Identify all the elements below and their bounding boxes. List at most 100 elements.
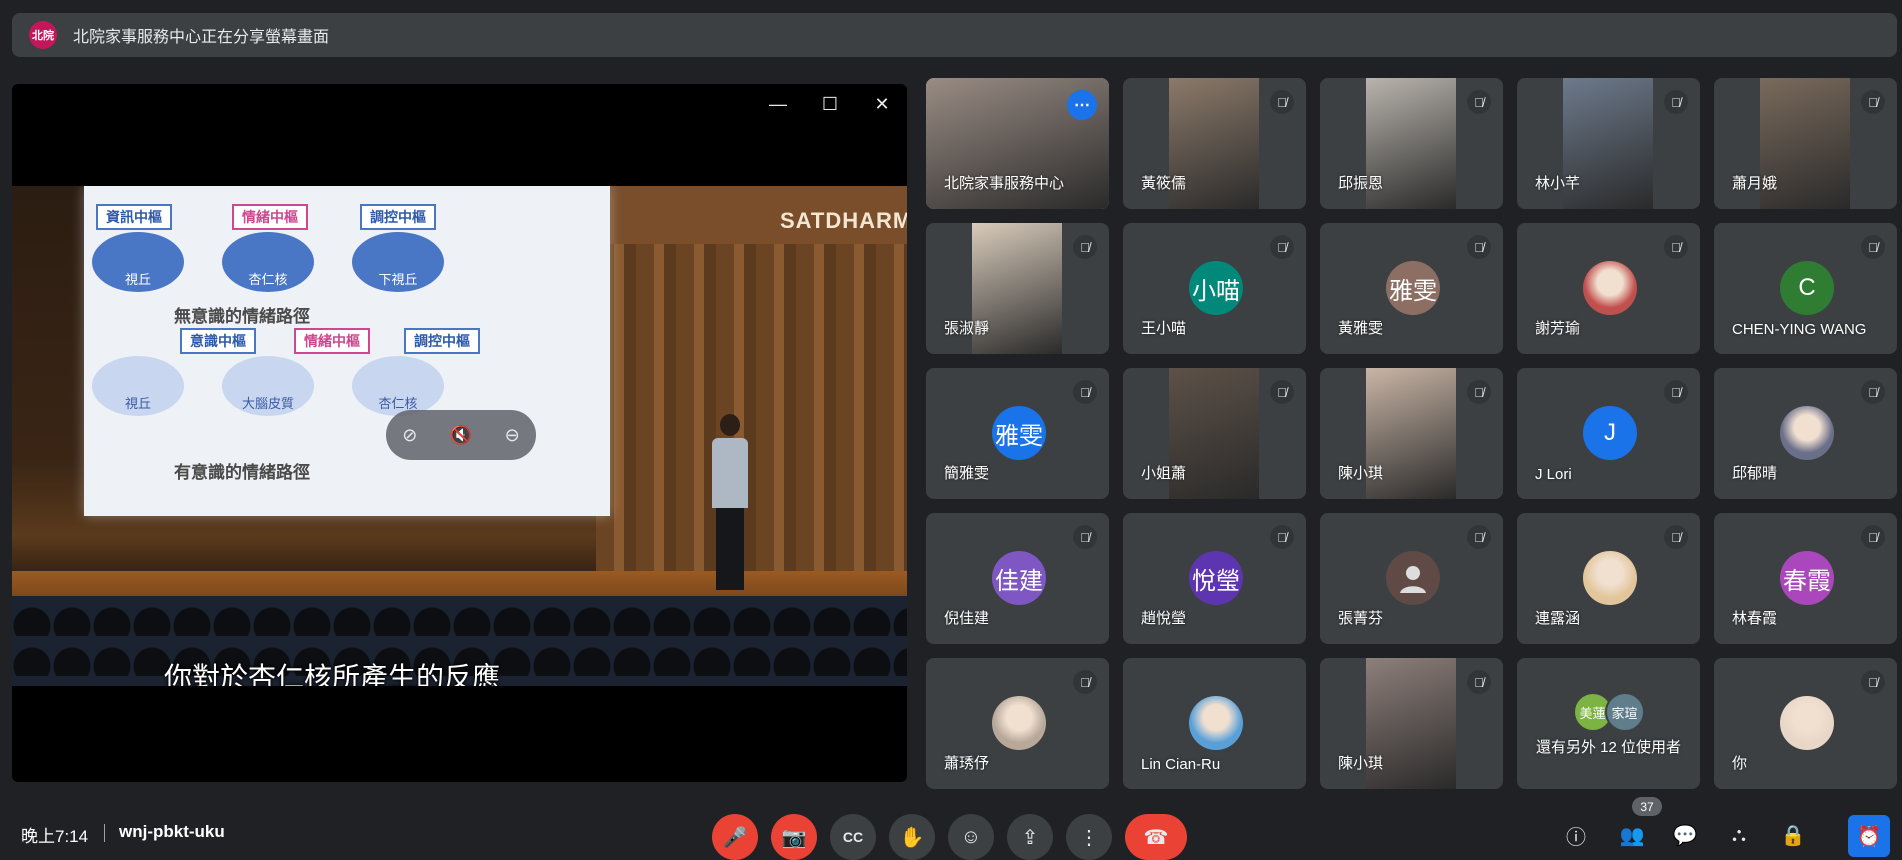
activities-button[interactable]: ⛬ bbox=[1724, 820, 1754, 850]
participant-name: 林春霞 bbox=[1732, 610, 1778, 627]
participant-tile[interactable]: 🎙̸ 林小芊 bbox=[1517, 78, 1700, 209]
participant-name: CHEN-YING WANG bbox=[1732, 321, 1867, 338]
tile-hover-controls: ⊘ 🔇 ⊖ bbox=[386, 410, 536, 460]
slide-node: 視丘 bbox=[92, 356, 184, 416]
presentation-tile[interactable]: — ☐ ✕ SATDHARMA 資訊中樞 情緒中樞 調控中樞 視丘 杏仁核 下視… bbox=[12, 84, 907, 782]
mic-muted-icon: 🎙̸ bbox=[1664, 90, 1688, 114]
host-controls-button[interactable]: 🔒 bbox=[1778, 820, 1808, 850]
meeting-details-button[interactable]: ⓘ bbox=[1561, 820, 1591, 850]
slide-tag: 意識中樞 bbox=[180, 328, 256, 354]
minimize-icon: — bbox=[769, 94, 787, 114]
participant-tile[interactable]: 🎙̸ 陳小琪 bbox=[1320, 658, 1503, 789]
slide-caption: 無意識的情緒路徑 bbox=[174, 307, 310, 326]
participant-tile[interactable]: 🎙̸ 連露涵 bbox=[1517, 513, 1700, 644]
participant-tile[interactable]: 🎙̸ 張淑靜 bbox=[926, 223, 1109, 354]
slide-tag: 調控中樞 bbox=[404, 328, 480, 354]
participant-avatar: C bbox=[1780, 261, 1834, 315]
slide-node: 大腦皮質 bbox=[222, 356, 314, 416]
slide-node: 杏仁核 bbox=[352, 356, 444, 416]
participant-avatar bbox=[1583, 261, 1637, 315]
captions-button[interactable]: CC bbox=[830, 814, 876, 860]
participant-name: 張淑靜 bbox=[944, 320, 990, 337]
info-icon: ⓘ bbox=[1566, 826, 1586, 849]
participant-tile[interactable]: 🎙̸ 謝芳瑜 bbox=[1517, 223, 1700, 354]
reactions-button[interactable]: ☺ bbox=[948, 814, 994, 860]
mic-muted-icon: 🎙̸ bbox=[1073, 525, 1097, 549]
slide-node: 杏仁核 bbox=[222, 232, 314, 292]
mic-muted-icon: 🎙̸ bbox=[1467, 90, 1491, 114]
raise-hand-button[interactable]: ✋ bbox=[889, 814, 935, 860]
divider bbox=[104, 824, 105, 842]
mic-muted-icon: 🎙̸ bbox=[1664, 380, 1688, 404]
remove-icon[interactable]: ⊖ bbox=[505, 425, 520, 446]
participant-name: 黃雅雯 bbox=[1338, 320, 1384, 337]
participant-avatar: 悅瑩 bbox=[1189, 551, 1243, 605]
participant-tile[interactable]: 🎙̸ 邱郁晴 bbox=[1714, 368, 1897, 499]
mute-audio-icon[interactable]: 🔇 bbox=[450, 425, 472, 446]
unpin-icon[interactable]: ⊘ bbox=[402, 425, 417, 446]
participant-tile[interactable]: 悅瑩 🎙̸ 趙悅瑩 bbox=[1123, 513, 1306, 644]
participant-tile[interactable]: C 🎙̸ CHEN-YING WANG bbox=[1714, 223, 1897, 354]
participant-tile[interactable]: ⋯ 北院家事服務中心 bbox=[926, 78, 1109, 209]
participant-avatar bbox=[1583, 551, 1637, 605]
participant-tile[interactable]: 🎙̸ 張菁芬 bbox=[1320, 513, 1503, 644]
people-icon: 👥 bbox=[1619, 824, 1645, 847]
window-controls: — ☐ ✕ bbox=[763, 92, 897, 116]
mic-off-button[interactable]: 🎤 bbox=[712, 814, 758, 860]
presenting-banner: 北院 北院家事服務中心正在分享螢幕畫面 bbox=[12, 13, 1897, 57]
participant-name: 邱郁晴 bbox=[1732, 465, 1778, 482]
participant-name: 北院家事服務中心 bbox=[944, 175, 1065, 192]
chat-button[interactable]: 💬 bbox=[1670, 820, 1700, 850]
participant-tile[interactable]: 雅雯 🎙̸ 黃雅雯 bbox=[1320, 223, 1503, 354]
participant-tile[interactable]: 美蓮 家瑄 還有另外 12 位使用者 bbox=[1517, 658, 1700, 789]
camera-off-icon: 📷 bbox=[781, 826, 807, 849]
mic-off-icon: 🎤 bbox=[722, 826, 748, 849]
participant-name: 你 bbox=[1732, 755, 1748, 772]
participant-tile[interactable]: 🎙̸ 你 bbox=[1714, 658, 1897, 789]
participant-tile[interactable]: 🎙̸ 小姐蕭 bbox=[1123, 368, 1306, 499]
alarm-icon: ⏰ bbox=[1856, 825, 1882, 848]
participant-name: 趙悅瑩 bbox=[1141, 610, 1187, 627]
participant-name: 謝芳瑜 bbox=[1535, 320, 1581, 337]
hand-icon: ✋ bbox=[899, 826, 925, 849]
participant-tile[interactable]: 佳建 🎙̸ 倪佳建 bbox=[926, 513, 1109, 644]
mic-muted-icon: 🎙̸ bbox=[1270, 525, 1294, 549]
participant-tile[interactable]: Lin Cian-Ru bbox=[1123, 658, 1306, 789]
more-options-button[interactable]: ⋮ bbox=[1066, 814, 1112, 860]
participant-tile[interactable]: 🎙̸ 邱振恩 bbox=[1320, 78, 1503, 209]
timer-button[interactable]: ⏰ bbox=[1848, 815, 1890, 857]
slide-row-bottom: 視丘 大腦皮質 杏仁核 bbox=[92, 356, 444, 416]
participant-tile[interactable]: 春霞 🎙̸ 林春霞 bbox=[1714, 513, 1897, 644]
slide-tag: 情緒中樞 bbox=[232, 204, 308, 230]
slide-tag: 情緒中樞 bbox=[294, 328, 370, 354]
people-button[interactable]: 👥 bbox=[1617, 820, 1647, 850]
more-options-icon[interactable]: ⋯ bbox=[1067, 90, 1097, 120]
participant-avatar bbox=[1780, 406, 1834, 460]
participant-tile[interactable]: 🎙̸ 蕭琇伃 bbox=[926, 658, 1109, 789]
camera-off-button[interactable]: 📷 bbox=[771, 814, 817, 860]
participant-tile[interactable]: J 🎙̸ J Lori bbox=[1517, 368, 1700, 499]
participant-avatar bbox=[1189, 696, 1243, 750]
participant-avatar: 雅雯 bbox=[992, 406, 1046, 460]
participant-avatar: 雅雯 bbox=[1386, 261, 1440, 315]
participant-count-badge: 37 bbox=[1632, 797, 1662, 816]
mic-muted-icon: 🎙̸ bbox=[1073, 235, 1097, 259]
mic-muted-icon: 🎙̸ bbox=[1861, 235, 1885, 259]
captions-icon: CC bbox=[842, 829, 864, 845]
mic-muted-icon: 🎙̸ bbox=[1073, 380, 1097, 404]
participant-tile[interactable]: 🎙̸ 黃筱儒 bbox=[1123, 78, 1306, 209]
participant-tile[interactable]: 🎙̸ 陳小琪 bbox=[1320, 368, 1503, 499]
slide-tag: 調控中樞 bbox=[360, 204, 436, 230]
participant-avatar bbox=[992, 696, 1046, 750]
slide-node: 下視丘 bbox=[352, 232, 444, 292]
leave-call-button[interactable]: ☎ bbox=[1125, 814, 1187, 860]
bottom-toolbar: 晚上7:14 wnj-pbkt-uku 🎤 📷 CC ✋ ☺ ⇪ ⋮ ☎ ⓘ 👥… bbox=[0, 800, 1902, 860]
participant-tile[interactable]: 小喵 🎙̸ 王小喵 bbox=[1123, 223, 1306, 354]
participant-name: 王小喵 bbox=[1141, 320, 1187, 337]
participant-avatar: 佳建 bbox=[992, 551, 1046, 605]
participant-tile[interactable]: 雅雯 🎙̸ 簡雅雯 bbox=[926, 368, 1109, 499]
present-button[interactable]: ⇪ bbox=[1007, 814, 1053, 860]
participant-tile[interactable]: 🎙̸ 蕭月娥 bbox=[1714, 78, 1897, 209]
mic-muted-icon: 🎙̸ bbox=[1467, 670, 1491, 694]
participant-avatar: 家瑄 bbox=[1604, 692, 1645, 732]
